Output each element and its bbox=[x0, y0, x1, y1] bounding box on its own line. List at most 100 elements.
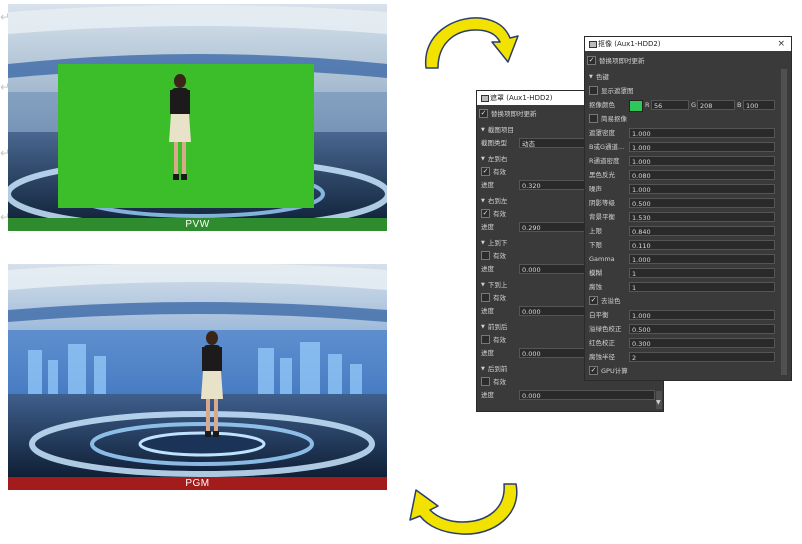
r-label: R bbox=[645, 101, 650, 109]
param-field[interactable]: 0.080 bbox=[629, 170, 775, 180]
group-value-field[interactable]: 0.000 bbox=[519, 348, 587, 358]
return-icon: ↵ bbox=[0, 210, 11, 224]
window-icon bbox=[481, 95, 489, 102]
param-field[interactable]: 0.500 bbox=[629, 198, 775, 208]
param-field[interactable]: 0.840 bbox=[629, 226, 775, 236]
group-enabled-checkbox[interactable]: 有效 bbox=[481, 334, 506, 346]
group-value-label: 进度 bbox=[481, 181, 494, 189]
group-value-field[interactable]: 0.320 bbox=[519, 180, 587, 190]
param-label: 腐蚀半径 bbox=[589, 353, 615, 361]
simple-key-checkbox[interactable]: 简易抠像 bbox=[589, 113, 627, 125]
gpu-checkbox[interactable]: ✓ GPU计算 bbox=[589, 365, 628, 377]
key-realtime-checkbox[interactable]: ✓ 替换项即时更新 bbox=[587, 55, 645, 67]
param-field[interactable]: 1.000 bbox=[629, 310, 775, 320]
cycle-arrow-top-icon bbox=[425, 17, 519, 69]
param-field[interactable]: 0.110 bbox=[629, 240, 775, 250]
key-color-label: 抠像颜色 bbox=[589, 101, 615, 109]
pgm-screen bbox=[8, 264, 387, 477]
triangle-down-icon: ▼ bbox=[481, 324, 485, 330]
triangle-down-icon: ▼ bbox=[589, 74, 593, 80]
group-enabled-checkbox[interactable]: 有效 bbox=[481, 250, 506, 262]
mask-realtime-checkbox[interactable]: ✓ 替换项即时更新 bbox=[479, 108, 537, 120]
param-label: 噪声 bbox=[589, 185, 602, 193]
triangle-down-icon: ▼ bbox=[481, 198, 485, 204]
group-header[interactable]: ▼ 下到上 bbox=[481, 279, 507, 291]
key-panel: 抠像 (Aux1-HDD2) × ✓ 替换项即时更新 ▼ 色键 显示遮罩图 抠像颜色… bbox=[584, 36, 792, 381]
param-field[interactable]: 1 bbox=[629, 282, 775, 292]
checkbox-unchecked-icon bbox=[481, 250, 490, 260]
group-value-field[interactable]: 0.000 bbox=[519, 390, 655, 400]
param-label: Gamma bbox=[589, 255, 615, 263]
key-section-header[interactable]: ▼ 色键 bbox=[589, 71, 609, 83]
param-label: 模糊 bbox=[589, 269, 602, 277]
group-header[interactable]: ▼ 上到下 bbox=[481, 237, 507, 249]
param-label: 红色校正 bbox=[589, 339, 615, 347]
key-color-swatch[interactable] bbox=[629, 100, 643, 112]
pvw-monitor: PVW bbox=[8, 4, 387, 232]
cycle-arrow-bottom-icon bbox=[409, 483, 518, 535]
scroll-down-icon[interactable]: ▼ bbox=[656, 397, 661, 409]
checkbox-checked-icon: ✓ bbox=[589, 365, 598, 375]
return-icon: ↵ bbox=[0, 146, 11, 160]
r-field[interactable]: 56 bbox=[651, 100, 689, 110]
close-icon[interactable]: × bbox=[777, 37, 785, 51]
group-value-field[interactable]: 0.000 bbox=[519, 264, 587, 274]
group-enabled-checkbox[interactable]: 有效 bbox=[481, 292, 506, 304]
checkbox-unchecked-icon bbox=[481, 334, 490, 344]
param-field[interactable]: 1.530 bbox=[629, 212, 775, 222]
show-mask-checkbox[interactable]: 显示遮罩图 bbox=[589, 85, 634, 97]
param-field[interactable]: 0.300 bbox=[629, 338, 775, 348]
triangle-down-icon: ▼ bbox=[481, 127, 485, 133]
group-value-field[interactable]: 0.000 bbox=[519, 306, 587, 316]
key-panel-titlebar: 抠像 (Aux1-HDD2) × bbox=[585, 37, 791, 51]
pvw-screen bbox=[8, 4, 387, 218]
param-field[interactable]: 1.000 bbox=[629, 128, 775, 138]
param-field[interactable]: 1.000 bbox=[629, 184, 775, 194]
param-label: 遮罩密度 bbox=[589, 129, 615, 137]
param-field[interactable]: 1.000 bbox=[629, 156, 775, 166]
triangle-down-icon: ▼ bbox=[481, 366, 485, 372]
group-enabled-checkbox[interactable]: ✓ 有效 bbox=[481, 208, 506, 220]
pgm-label: PGM bbox=[8, 477, 387, 490]
return-icon: ↵ bbox=[0, 10, 11, 24]
param-label: R通道密度 bbox=[589, 157, 620, 165]
param-field[interactable]: 0.500 bbox=[629, 324, 775, 334]
param-field[interactable]: 2 bbox=[629, 352, 775, 362]
despill-checkbox[interactable]: ✓ 去溢色 bbox=[589, 295, 621, 307]
pgm-monitor: PGM bbox=[8, 264, 387, 490]
group-enabled-checkbox[interactable]: 有效 bbox=[481, 376, 506, 388]
group-header[interactable]: ▼ 前到后 bbox=[481, 321, 507, 333]
g-field[interactable]: 208 bbox=[697, 100, 735, 110]
mask-panel-title: 遮罩 (Aux1-HDD2) bbox=[490, 94, 553, 102]
b-field[interactable]: 100 bbox=[743, 100, 775, 110]
group-header[interactable]: ▼ 后到前 bbox=[481, 363, 507, 375]
pgm-studio-image bbox=[8, 264, 387, 477]
g-label: G bbox=[691, 101, 697, 109]
checkbox-checked-icon: ✓ bbox=[587, 55, 596, 65]
return-icon: ↵ bbox=[0, 80, 11, 94]
checkbox-checked-icon: ✓ bbox=[481, 208, 490, 218]
param-label: 背景平衡 bbox=[589, 213, 615, 221]
checkbox-unchecked-icon bbox=[589, 113, 598, 123]
param-label: B或G通道... bbox=[589, 143, 625, 151]
group-value-field[interactable]: 0.290 bbox=[519, 222, 587, 232]
param-field[interactable]: 1.000 bbox=[629, 142, 775, 152]
mask-type-label: 截图类型 bbox=[481, 139, 507, 147]
param-field[interactable]: 1 bbox=[629, 268, 775, 278]
group-header[interactable]: ▼ 左到右 bbox=[481, 153, 507, 165]
checkbox-checked-icon: ✓ bbox=[481, 166, 490, 176]
param-label: 白平衡 bbox=[589, 311, 609, 319]
group-value-label: 进度 bbox=[481, 349, 494, 357]
mask-type-select[interactable]: 动态 bbox=[519, 138, 587, 148]
param-field[interactable]: 1.000 bbox=[629, 254, 775, 264]
triangle-down-icon: ▼ bbox=[481, 282, 485, 288]
pvw-studio-image bbox=[8, 4, 387, 218]
group-enabled-checkbox[interactable]: ✓ 有效 bbox=[481, 166, 506, 178]
window-icon bbox=[589, 41, 597, 48]
param-label: 溢绿色校正 bbox=[589, 325, 622, 333]
key-panel-scrollbar[interactable] bbox=[781, 69, 787, 375]
group-header[interactable]: ▼ 右到左 bbox=[481, 195, 507, 207]
key-panel-title: 抠像 (Aux1-HDD2) bbox=[598, 40, 661, 48]
mask-section-header[interactable]: ▼ 截图项目 bbox=[481, 124, 514, 136]
param-label: 腐蚀 bbox=[589, 283, 602, 291]
